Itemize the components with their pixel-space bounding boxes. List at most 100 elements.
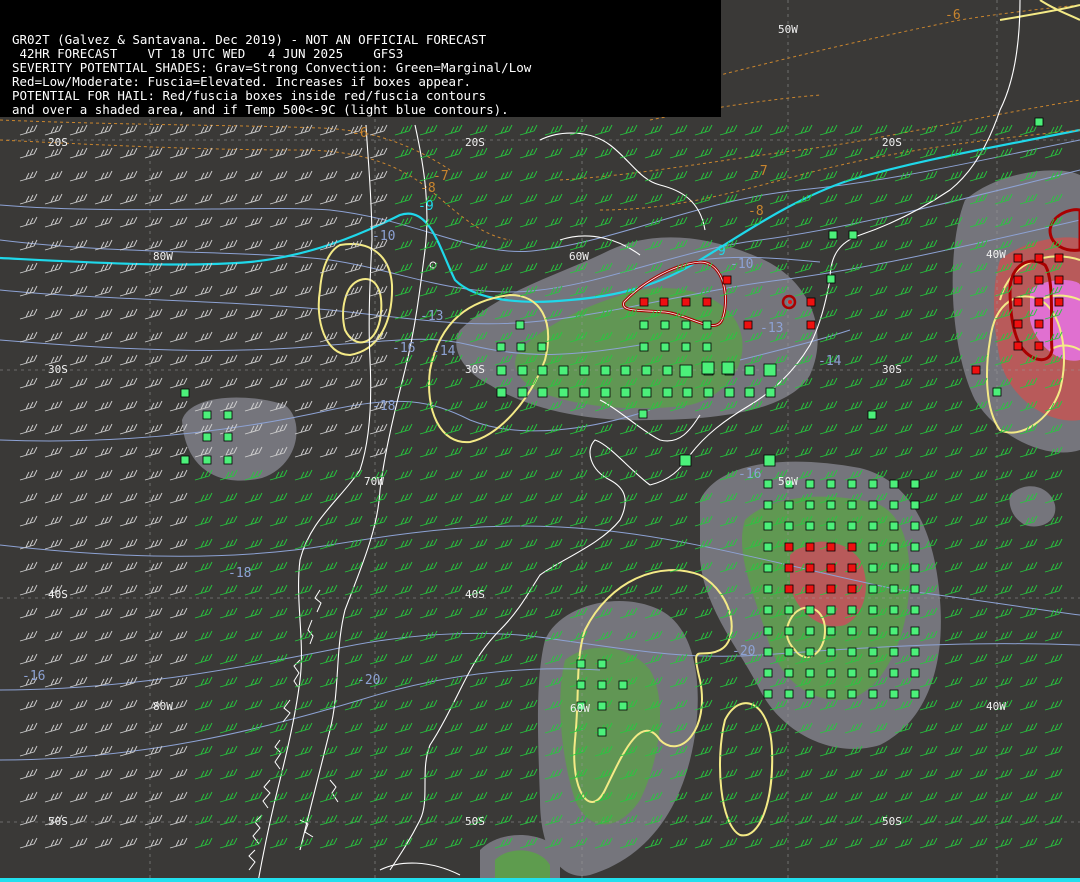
severity-box-green (826, 626, 836, 636)
bottom-border (0, 878, 1080, 882)
severity-box-green (805, 647, 815, 657)
temp-label: -18 (372, 399, 395, 414)
lon40-e: 40W (986, 248, 1006, 261)
hail-box-red (1034, 253, 1044, 263)
severity-box-green (515, 320, 525, 330)
hail-box-red (1013, 253, 1023, 263)
severity-box-green (763, 363, 777, 377)
severity-box-green (679, 364, 693, 378)
hail-box-red (702, 297, 712, 307)
hail-box-red (743, 320, 753, 330)
severity-box-green (517, 387, 528, 398)
lon60: 60W (569, 250, 589, 263)
severity-box-green (763, 668, 773, 678)
severity-box-green (889, 668, 899, 678)
severity-box-green (639, 342, 649, 352)
severity-box-green (784, 500, 794, 510)
lat50-mid: 50S (465, 815, 485, 828)
temp-label: -9 (418, 199, 434, 214)
severity-box-green (805, 500, 815, 510)
severity-box-green (597, 727, 607, 737)
severity-box-green (889, 605, 899, 615)
severity-box-green (703, 387, 714, 398)
hail-box-red (826, 542, 836, 552)
severity-box-green (682, 387, 693, 398)
severity-box-green (848, 230, 858, 240)
temp-label: -16 (22, 669, 45, 684)
severity-box-green (784, 626, 794, 636)
hail-box-red (784, 584, 794, 594)
severity-box-green (826, 479, 836, 489)
severity-box-green (889, 479, 899, 489)
temp-label: -16 (738, 467, 761, 482)
severity-box-green (579, 365, 590, 376)
severity-box-green (826, 668, 836, 678)
severity-box-green (223, 410, 233, 420)
severity-box-green (805, 626, 815, 636)
header-line-colors: Red=Low/Moderate: Fuscia=Elevated. Incre… (12, 74, 472, 89)
lon50-top: 50W (778, 23, 798, 36)
severity-box-green (662, 387, 673, 398)
hail-box-red (826, 584, 836, 594)
severity-box-green (784, 605, 794, 615)
severity-box-green (600, 387, 611, 398)
hail-box-red (1034, 341, 1044, 351)
severity-box-green (180, 455, 190, 465)
lon60-low: 60W (570, 702, 590, 715)
hail-box-red (784, 563, 794, 573)
severity-box-green (618, 680, 628, 690)
severity-box-green (763, 454, 776, 467)
hail-box-red (784, 542, 794, 552)
severity-box-green (889, 584, 899, 594)
severity-box-green (868, 605, 878, 615)
hail-box-red (805, 563, 815, 573)
severity-box-green (805, 479, 815, 489)
severity-box-green (537, 387, 548, 398)
severity-box-green (868, 542, 878, 552)
lat20-w: 20S (48, 136, 68, 149)
temp-label: -10 (372, 229, 395, 244)
severity-box-green (223, 432, 233, 442)
severity-box-green (826, 689, 836, 699)
temp-label: -7 (752, 164, 768, 179)
hail-box-red (1054, 297, 1064, 307)
severity-box-green (910, 605, 920, 615)
lon80-b: 80W (153, 700, 173, 713)
severity-box-green (910, 563, 920, 573)
hail-box-red (847, 584, 857, 594)
forecast-header: GR02T (Galvez & Santavana. Dec 2019) - N… (0, 0, 721, 117)
hail-box-red (1013, 341, 1023, 351)
hail-box-red (847, 563, 857, 573)
lat50-w: 50S (48, 815, 68, 828)
lat30-mid: 30S (465, 363, 485, 376)
severity-box-green (992, 387, 1002, 397)
severity-box-green (496, 342, 506, 352)
hail-box-red (681, 297, 691, 307)
severity-box-green (597, 680, 607, 690)
severity-box-green (910, 542, 920, 552)
severity-box-green (660, 320, 670, 330)
severity-box-green (223, 455, 233, 465)
severity-box-green (868, 647, 878, 657)
severity-box-green (847, 647, 857, 657)
lon50-mid: 50W (778, 475, 798, 488)
severity-box-green (784, 668, 794, 678)
severity-box-green (576, 659, 586, 669)
severity-box-green (847, 626, 857, 636)
severity-box-green (847, 668, 857, 678)
severity-box-green (889, 542, 899, 552)
severity-box-green (910, 584, 920, 594)
severity-box-green (597, 659, 607, 669)
severity-box-green (805, 668, 815, 678)
hail-box-red (805, 584, 815, 594)
severity-box-green (889, 689, 899, 699)
header-line-valid-time: 42HR FORECAST VT 18 UTC WED 4 JUN 2025 G… (12, 46, 404, 61)
severity-box-green (641, 365, 652, 376)
temp-label: -16 (392, 341, 415, 356)
severity-box-green (681, 342, 691, 352)
severity-box-green (517, 365, 528, 376)
hail-box-red (826, 563, 836, 573)
severity-box-green (847, 479, 857, 489)
severity-box-green (202, 410, 212, 420)
severity-box-green (847, 521, 857, 531)
